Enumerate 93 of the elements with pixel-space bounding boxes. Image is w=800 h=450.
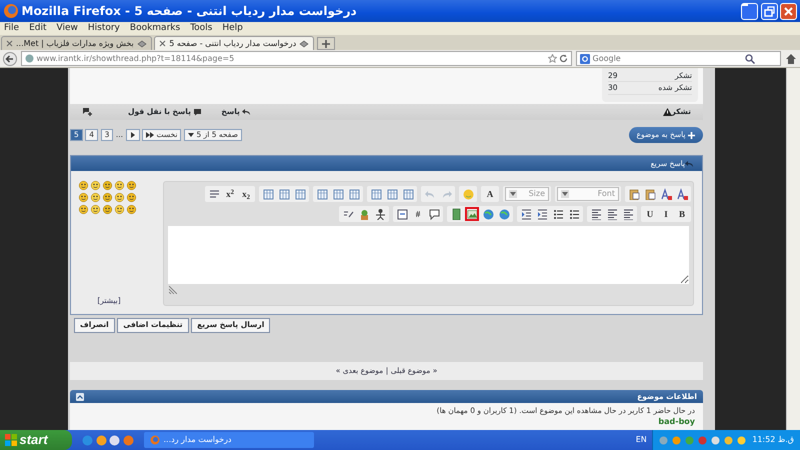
image-icon (467, 208, 477, 220)
toolbar-button[interactable] (675, 187, 689, 202)
close-icon[interactable] (6, 40, 13, 47)
restore-button[interactable] (760, 2, 778, 20)
double-arrow-icon (146, 132, 154, 138)
format-button[interactable]: x$^{2}$ (223, 187, 237, 202)
url-field[interactable]: www.irantk.ir/showthread.php?t=18114&page=5 (21, 51, 572, 66)
clock: 11:52 ق.ظ (752, 434, 794, 446)
format-button[interactable]: U (643, 207, 657, 222)
toolbar-button[interactable] (621, 207, 635, 222)
spell-check-icon (676, 188, 688, 200)
page-icon (299, 40, 310, 48)
close-button[interactable] (780, 2, 797, 20)
align-icon (622, 208, 634, 220)
toolbar-button[interactable] (659, 187, 673, 202)
start-button[interactable]: start (0, 430, 72, 450)
caret-icon (188, 133, 194, 138)
redo-icon (440, 188, 452, 200)
code-icon (396, 208, 408, 220)
toolbar-button[interactable] (567, 207, 581, 222)
toolbar-button[interactable] (519, 207, 533, 222)
indent-icon (536, 208, 548, 220)
spell-check-icon (660, 188, 672, 200)
minimize-icon (742, 4, 748, 6)
search-field[interactable]: Google (592, 52, 742, 64)
menu-item[interactable]: Bookmarks (130, 22, 180, 36)
toolbar-button[interactable] (589, 207, 603, 222)
window-title: درخواست مدار ردیاب انتنی - صفحه 5 - Mozilla Firefox (22, 3, 357, 20)
toolbar-button[interactable] (535, 207, 549, 222)
paste-icon (644, 188, 656, 200)
menu-item[interactable]: History (88, 22, 120, 36)
search-engine-icon[interactable] (580, 54, 590, 64)
message-field[interactable] (168, 226, 689, 284)
clear-format-icon (208, 188, 220, 200)
plus-icon (322, 40, 330, 48)
align-icon (606, 208, 618, 220)
reload-icon[interactable] (559, 54, 568, 63)
toolbar-button[interactable] (395, 207, 409, 222)
list-icon (552, 208, 564, 220)
format-button[interactable]: x$_{2}$ (239, 187, 253, 202)
plus-icon (688, 132, 695, 139)
toolbar-button[interactable] (427, 207, 441, 222)
menu-item[interactable]: File (4, 22, 20, 36)
browser-tab[interactable]: درخواست مدار ردیاب انتنی - صفحه 5 (154, 36, 314, 50)
close-icon[interactable] (159, 40, 166, 47)
menu-item[interactable]: Edit (29, 22, 46, 36)
toolbar-button[interactable] (551, 207, 565, 222)
format-button[interactable]: A (483, 187, 497, 202)
indent-icon (520, 208, 532, 220)
taskbar-button[interactable]: درخواست مدار رد... (144, 432, 314, 448)
plant-icon (358, 208, 370, 220)
star-icon[interactable] (548, 54, 556, 63)
minimize-button[interactable] (741, 2, 758, 20)
menu-item[interactable]: Tools (190, 22, 212, 36)
url-text: www.irantk.ir/showthread.php?t=18114&page=5 (36, 52, 234, 64)
language-indicator[interactable]: EN (636, 434, 647, 446)
menu-item[interactable]: View (56, 22, 78, 36)
toolbar-button[interactable] (373, 207, 387, 222)
search-bar[interactable]: Google (576, 51, 781, 66)
reply-arrow-icon (685, 160, 694, 168)
collapse-button[interactable] (76, 392, 84, 401)
menu-item[interactable]: Help (222, 22, 243, 36)
new-tab-button[interactable] (316, 37, 335, 50)
speech-bubble-icon (428, 208, 440, 220)
back-arrow-icon[interactable] (3, 52, 17, 66)
format-button[interactable]: I (659, 207, 673, 222)
paste-icon (628, 188, 640, 200)
caret-icon (561, 190, 569, 198)
next-page-button[interactable] (126, 129, 140, 142)
browser-tab[interactable]: بخش ویژه مدارات فلزیاب | Met... (1, 36, 152, 50)
search-icon[interactable] (745, 54, 755, 64)
scrollbar[interactable] (786, 68, 800, 430)
reply-arrow-icon[interactable] (242, 108, 252, 116)
multi-quote-icon[interactable] (82, 107, 93, 116)
user-link[interactable]: bad-boy (78, 416, 695, 428)
toolbar-button[interactable] (605, 207, 619, 222)
home-icon[interactable] (785, 52, 797, 64)
list-icon (568, 208, 580, 220)
tab-title: بخش ویژه مدارات فلزیاب | Met... (16, 38, 134, 50)
restore-icon (762, 4, 776, 18)
caret-icon (509, 190, 517, 198)
film-icon (450, 208, 462, 220)
windows-logo-icon (5, 434, 17, 446)
person-icon (374, 208, 386, 220)
speech-bubble-icon[interactable] (193, 108, 202, 116)
align-icon (590, 208, 602, 220)
resize-grip-icon[interactable] (168, 286, 176, 294)
tab-title: درخواست مدار ردیاب انتنی - صفحه 5 (169, 38, 296, 50)
page-icon (136, 40, 147, 48)
format-button[interactable]: B (675, 207, 689, 222)
next-arrow-icon (130, 132, 136, 138)
warning-icon[interactable] (662, 108, 672, 116)
collapse-icon (76, 392, 84, 401)
